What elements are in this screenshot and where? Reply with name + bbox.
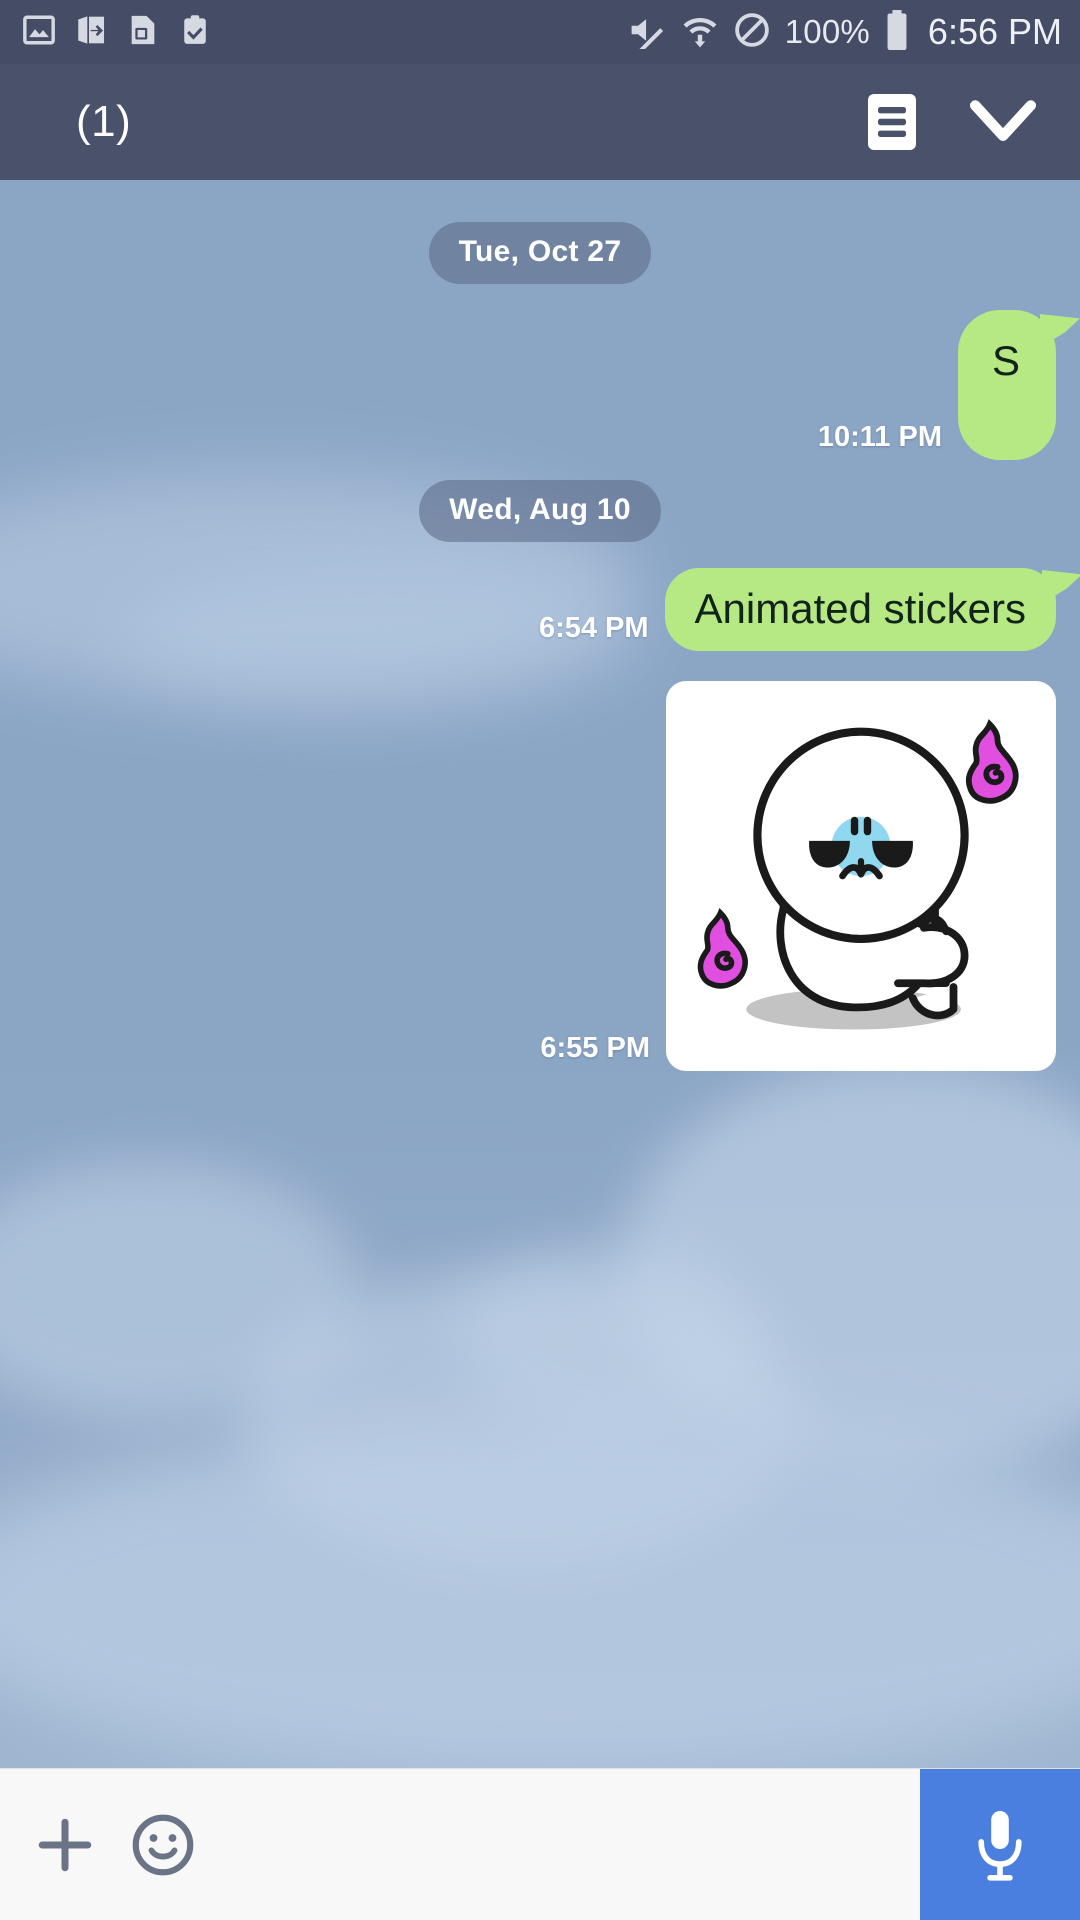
status-bar-right-icons: 100% 6:56 PM <box>627 9 1062 57</box>
mute-icon <box>627 11 667 57</box>
input-left-actions <box>0 1769 196 1920</box>
status-bar-clock: 6:56 PM <box>927 11 1062 52</box>
status-bar-left-icons <box>22 13 212 52</box>
battery-icon <box>884 9 910 56</box>
sim-card-alert-icon <box>126 13 160 52</box>
message-bubble[interactable]: S <box>958 310 1056 460</box>
chat-screen: 100% 6:56 PM (1) Tue, Oct 27 10:11 PM S … <box>0 0 1080 1920</box>
messages-container: Tue, Oct 27 10:11 PM S Wed, Aug 10 6:54 … <box>0 180 1080 1768</box>
battery-percent-label: 100% <box>784 13 870 50</box>
date-chip: Wed, Aug 10 <box>419 480 661 542</box>
do-not-disturb-icon <box>733 11 771 54</box>
sticker-card[interactable] <box>666 681 1056 1072</box>
date-separator: Tue, Oct 27 <box>24 222 1056 284</box>
message-timestamp: 10:11 PM <box>817 421 942 453</box>
message-bubble[interactable]: Animated stickers <box>664 568 1056 652</box>
message-input-field[interactable] <box>196 1769 920 1920</box>
message-text: Animated stickers <box>694 585 1026 632</box>
message-timestamp: 6:55 PM <box>540 1032 650 1065</box>
chevron-down-icon[interactable] <box>970 99 1036 145</box>
message-input-bar <box>0 1768 1080 1920</box>
message-text: S <box>992 337 1021 384</box>
message-list[interactable]: Tue, Oct 27 10:11 PM S Wed, Aug 10 6:54 … <box>0 180 1080 1768</box>
date-chip: Tue, Oct 27 <box>428 222 652 284</box>
conversation-title[interactable]: (1) <box>76 97 131 147</box>
message-row-outgoing[interactable]: 6:54 PM Animated stickers <box>24 568 1056 652</box>
image-saved-icon <box>22 13 56 52</box>
wifi-data-icon <box>681 11 719 54</box>
message-row-outgoing[interactable]: 10:11 PM S <box>24 310 1056 460</box>
clipboard-check-icon <box>178 13 212 52</box>
notes-list-icon[interactable] <box>866 92 918 152</box>
status-bar: 100% 6:56 PM <box>0 0 1080 64</box>
smiley-face-icon[interactable] <box>130 1812 196 1878</box>
date-separator: Wed, Aug 10 <box>24 480 1056 542</box>
header-action-group <box>866 92 1036 152</box>
message-timestamp: 6:54 PM <box>538 612 649 645</box>
angry-white-character-sticker <box>697 719 1019 1030</box>
microphone-icon[interactable] <box>920 1769 1080 1920</box>
app-header: (1) <box>0 64 1080 180</box>
sticker-message-row[interactable]: 6:55 PM <box>24 681 1056 1072</box>
plus-icon[interactable] <box>34 1814 96 1876</box>
file-transfer-icon <box>74 13 108 52</box>
